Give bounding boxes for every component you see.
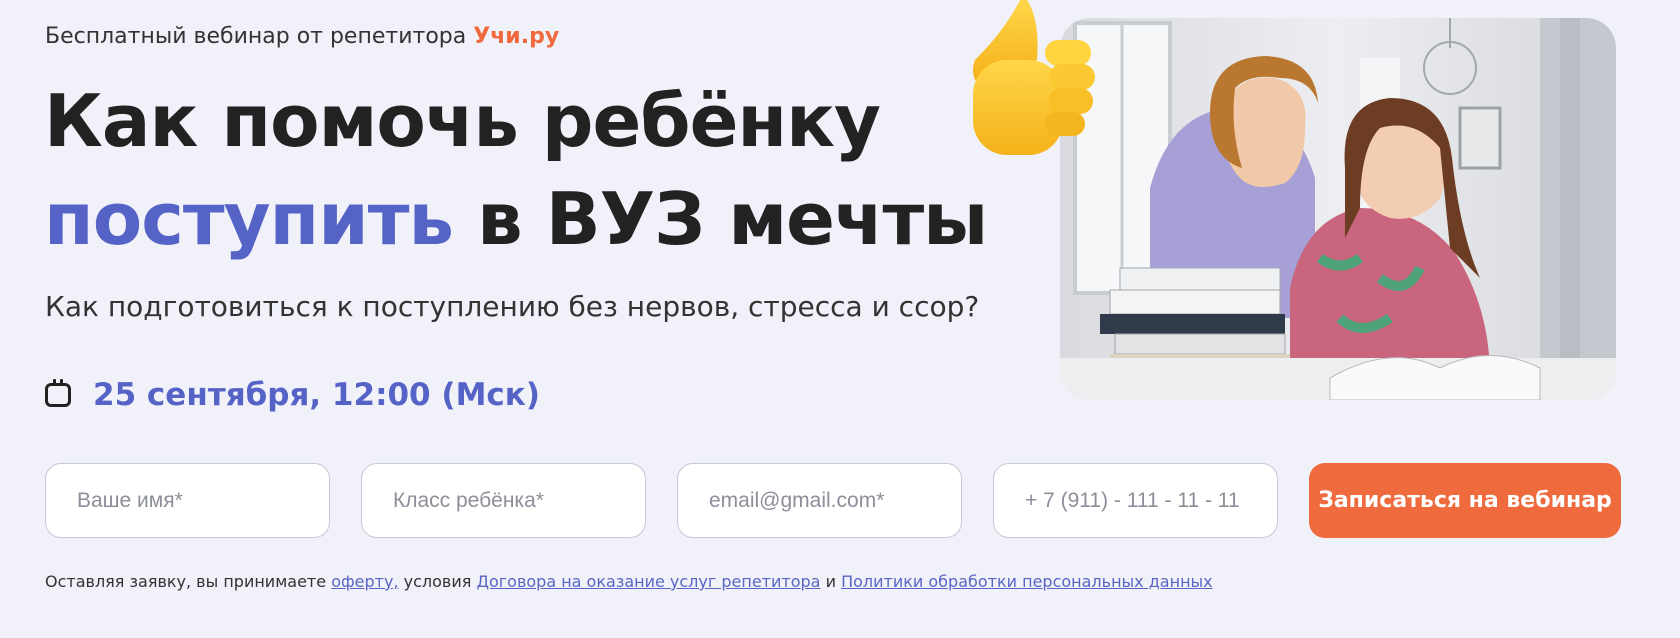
submit-button[interactable]: Записаться на вебинар: [1309, 463, 1621, 538]
date-row: 25 сентября, 12:00 (Мск): [45, 377, 540, 413]
child-class-field[interactable]: [361, 463, 646, 538]
name-field[interactable]: [45, 463, 330, 538]
contract-link[interactable]: Договора на оказание услуг репетитора: [476, 572, 820, 591]
page-title: Как помочь ребёнку поступить в ВУЗ мечты: [44, 72, 988, 268]
webinar-eyebrow: Бесплатный вебинар от репетитора Учи.ру: [45, 24, 559, 49]
calendar-icon: [45, 379, 71, 407]
phone-field[interactable]: [993, 463, 1278, 538]
legal-prefix: Оставляя заявку, вы принимаете: [45, 572, 327, 591]
eyebrow-text: Бесплатный вебинар от репетитора: [45, 24, 467, 49]
hero-photo: [1060, 18, 1616, 400]
email-field[interactable]: [677, 463, 962, 538]
thumbs-up-icon: [965, 0, 1135, 165]
privacy-policy-link[interactable]: Политики обработки персональных данных: [841, 572, 1213, 591]
title-line1: Как помочь ребёнку: [44, 79, 881, 163]
legal-middle: условия: [403, 572, 472, 591]
subtitle: Как подготовиться к поступлению без нерв…: [45, 290, 980, 323]
title-accent: поступить: [44, 177, 454, 261]
offer-link[interactable]: оферту,: [331, 572, 398, 591]
signup-form: Записаться на вебинар: [45, 463, 1621, 538]
webinar-date: 25 сентября, 12:00 (Мск): [93, 377, 541, 413]
legal-notice: Оставляя заявку, вы принимаете оферту, у…: [45, 572, 1213, 591]
brand-name: Учи.ру: [473, 24, 560, 49]
legal-and: и: [825, 572, 836, 591]
title-rest: в ВУЗ мечты: [477, 177, 988, 261]
